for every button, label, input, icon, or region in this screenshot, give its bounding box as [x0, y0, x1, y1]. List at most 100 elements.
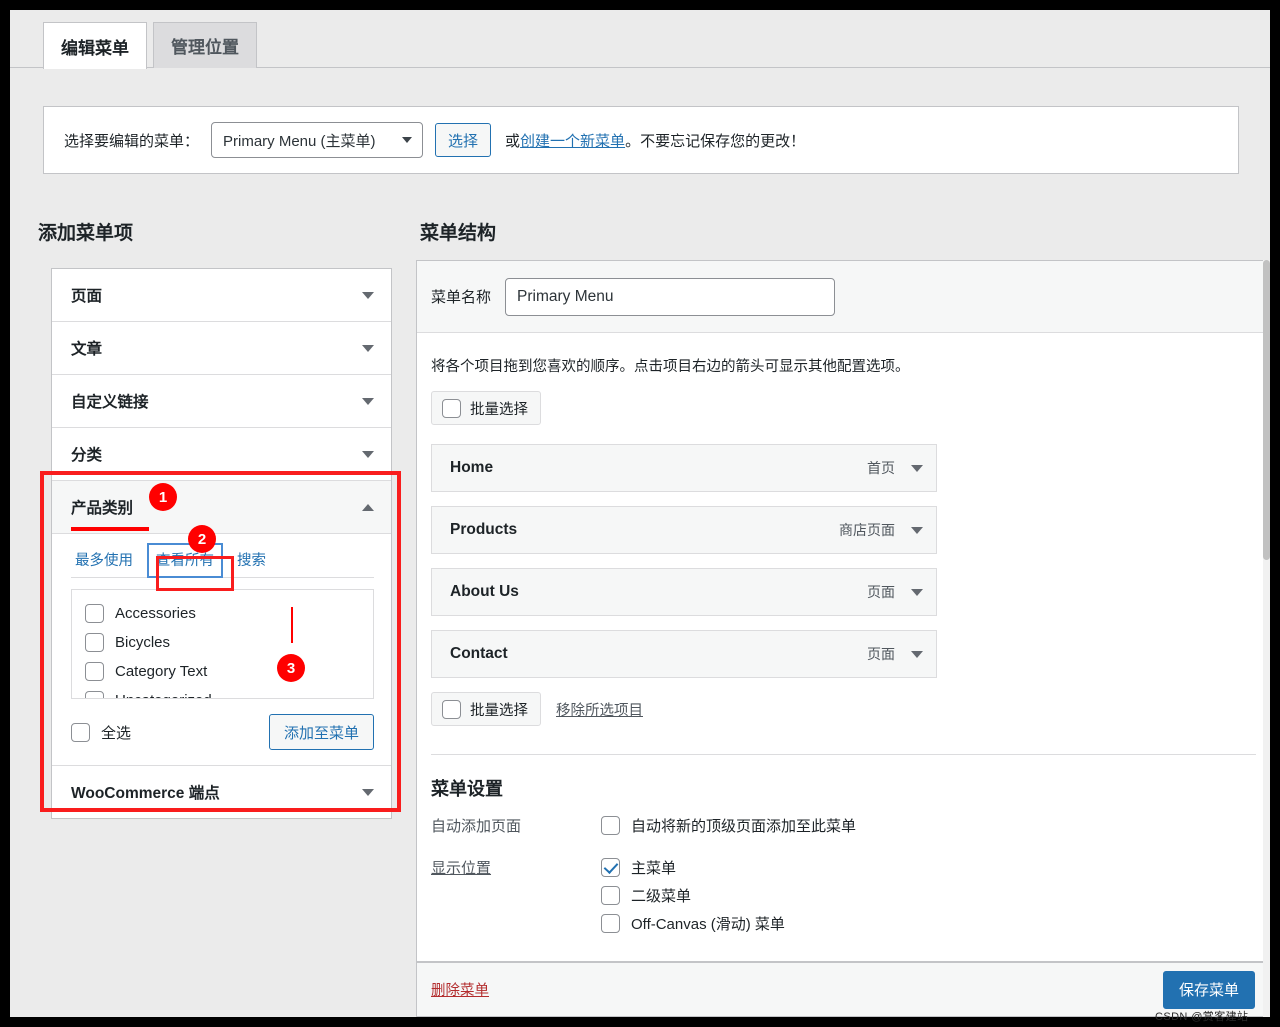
location-option-secondary[interactable]: 二级菜单: [601, 885, 785, 906]
remove-selected-items-link[interactable]: 移除所选项目: [556, 699, 643, 720]
menu-item-title: Products: [450, 521, 517, 539]
accordion-label-woocommerce-endpoints: WooCommerce 端点: [71, 781, 220, 803]
menu-dropdown-value: Primary Menu (主菜单): [223, 130, 376, 151]
menu-item-meta: 页面: [867, 644, 923, 664]
chevron-down-icon[interactable]: [911, 465, 923, 472]
bulk-actions-row: 批量选择 移除所选项目: [431, 692, 1270, 726]
list-item[interactable]: Accessories: [85, 599, 373, 628]
checkbox-accessories[interactable]: [85, 604, 104, 623]
chevron-down-icon: [362, 345, 374, 352]
list-item[interactable]: Bicycles: [85, 628, 373, 657]
menu-name-row: 菜单名称: [417, 261, 1270, 333]
top-tab-bar: 编辑菜单 管理位置: [10, 10, 1270, 68]
section-divider: [431, 754, 1256, 755]
accordion-header-pages[interactable]: 页面: [52, 269, 391, 321]
auto-add-pages-option[interactable]: 自动将新的顶级页面添加至此菜单: [601, 815, 856, 836]
table-row[interactable]: Products 商店页面: [431, 506, 937, 554]
page-scrollbar-thumb[interactable]: [1263, 260, 1270, 560]
display-location-label: 显示位置: [431, 857, 601, 941]
menu-name-input[interactable]: [505, 278, 835, 316]
add-menu-items-heading: 添加菜单项: [38, 218, 133, 245]
annotation-badge-2: 2: [188, 525, 216, 553]
annotation-badge-3: 3: [277, 654, 305, 682]
table-row[interactable]: Contact 页面: [431, 630, 937, 678]
chevron-down-icon[interactable]: [911, 651, 923, 658]
add-to-menu-button[interactable]: 添加至菜单: [269, 714, 374, 750]
checkbox-select-all[interactable]: [71, 723, 90, 742]
select-all-checkbox-row[interactable]: 全选: [71, 722, 131, 743]
checkbox-location-primary[interactable]: [601, 858, 620, 877]
checkbox-uncategorized[interactable]: [85, 691, 104, 699]
location-option-offcanvas[interactable]: Off-Canvas (滑动) 菜单: [601, 913, 785, 934]
menu-name-label: 菜单名称: [431, 286, 491, 307]
menu-item-meta: 首页: [867, 458, 923, 478]
chevron-down-icon[interactable]: [911, 589, 923, 596]
list-item[interactable]: Uncategorized: [85, 686, 373, 699]
tab-edit-menu-label: 编辑菜单: [61, 34, 129, 59]
checkbox-bulk-select-top[interactable]: [442, 399, 461, 418]
create-menu-hint: 或创建一个新菜单。不要忘记保存您的更改！: [505, 130, 805, 151]
menu-settings-heading: 菜单设置: [431, 775, 1270, 801]
save-menu-label: 保存菜单: [1179, 979, 1239, 1000]
menu-item-title: About Us: [450, 583, 519, 601]
chevron-down-icon: [402, 137, 412, 143]
checkbox-auto-add-pages[interactable]: [601, 816, 620, 835]
checkbox-location-secondary[interactable]: [601, 886, 620, 905]
accordion-label-pages: 页面: [71, 284, 102, 306]
accordion-item-pages: 页面: [52, 269, 391, 322]
accordion-header-categories[interactable]: 分类: [52, 428, 391, 480]
select-button-label: 选择: [448, 130, 478, 151]
annotation-pointer-line: [291, 607, 293, 643]
auto-add-pages-label: 自动添加页面: [431, 815, 601, 843]
tab-manage-locations-label: 管理位置: [171, 33, 239, 58]
save-menu-button[interactable]: 保存菜单: [1163, 971, 1255, 1009]
chevron-down-icon[interactable]: [911, 527, 923, 534]
tab-manage-locations[interactable]: 管理位置: [153, 22, 257, 68]
highlight-underline: [71, 527, 149, 531]
tab-search[interactable]: 搜索: [229, 544, 274, 577]
tab-edit-menu[interactable]: 编辑菜单: [43, 22, 147, 69]
list-item[interactable]: Category Text: [85, 657, 373, 686]
product-category-list[interactable]: Accessories Bicycles Category Text Uncat…: [71, 589, 374, 699]
menu-structure-help-text: 将各个项目拖到您喜欢的顺序。点击项目右边的箭头可显示其他配置选项。: [431, 355, 1270, 376]
accordion-header-custom-links[interactable]: 自定义链接: [52, 375, 391, 427]
accordion-label-product-categories: 产品类别: [71, 496, 133, 518]
menu-item-type: 首页: [867, 458, 895, 478]
list-item-label: Uncategorized: [115, 692, 212, 699]
checkbox-bulk-select-bottom[interactable]: [442, 700, 461, 719]
menu-select-label: 选择要编辑的菜单：: [64, 130, 199, 151]
bulk-select-button-top[interactable]: 批量选择: [431, 391, 541, 425]
menu-item-title: Contact: [450, 645, 508, 663]
location-option-primary[interactable]: 主菜单: [601, 857, 785, 878]
product-category-footer: 全选 添加至菜单: [71, 699, 374, 765]
bulk-select-label-bottom: 批量选择: [470, 699, 528, 720]
create-new-menu-link[interactable]: 创建一个新菜单: [520, 133, 625, 150]
accordion-header-woocommerce-endpoints[interactable]: WooCommerce 端点: [52, 766, 391, 818]
menu-dropdown[interactable]: Primary Menu (主菜单): [211, 122, 423, 158]
accordion-label-posts: 文章: [71, 337, 102, 359]
accordion-header-posts[interactable]: 文章: [52, 322, 391, 374]
tab-most-used[interactable]: 最多使用: [67, 544, 141, 577]
product-category-tabs: 最多使用 查看所有 搜索: [71, 534, 374, 578]
accordion-label-categories: 分类: [71, 443, 102, 465]
checkbox-category-text[interactable]: [85, 662, 104, 681]
menu-item-type: 页面: [867, 582, 895, 602]
chevron-down-icon: [362, 292, 374, 299]
location-option-secondary-label: 二级菜单: [631, 885, 691, 906]
accordion-header-product-categories[interactable]: 产品类别: [52, 481, 391, 533]
checkbox-bicycles[interactable]: [85, 633, 104, 652]
tab-search-label: 搜索: [237, 553, 266, 569]
menu-actions-bar: 删除菜单 保存菜单: [416, 962, 1270, 1017]
checkbox-location-offcanvas[interactable]: [601, 914, 620, 933]
menu-item-type: 页面: [867, 644, 895, 664]
tab-most-used-label: 最多使用: [75, 553, 133, 569]
list-item-label: Accessories: [115, 605, 196, 622]
bulk-select-button-bottom[interactable]: 批量选择: [431, 692, 541, 726]
select-button[interactable]: 选择: [435, 123, 491, 157]
delete-menu-link[interactable]: 删除菜单: [431, 979, 489, 1000]
select-all-label: 全选: [101, 722, 131, 743]
table-row[interactable]: Home 首页: [431, 444, 937, 492]
chevron-up-icon: [362, 504, 374, 511]
table-row[interactable]: About Us 页面: [431, 568, 937, 616]
menu-structure-panel: 菜单名称 将各个项目拖到您喜欢的顺序。点击项目右边的箭头可显示其他配置选项。 批…: [416, 260, 1270, 962]
